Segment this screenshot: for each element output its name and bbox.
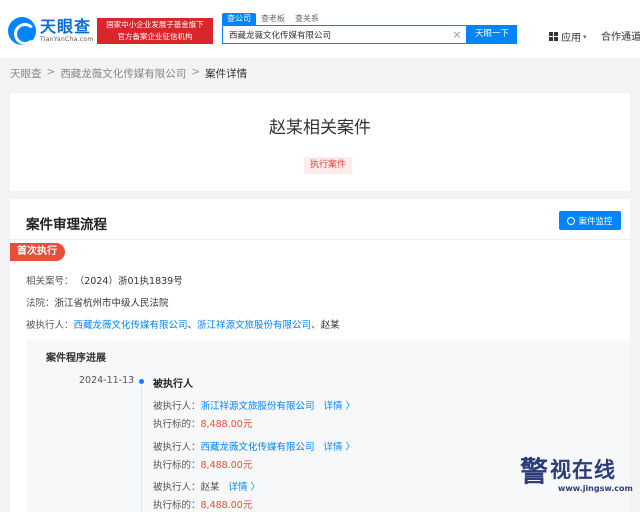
logo-domain: TianYanCha.com xyxy=(40,36,94,43)
chevron-down-icon: ▾ xyxy=(583,32,587,41)
search-type-tabs: 查公司 查老板 查关系 xyxy=(222,13,324,25)
amount-row: 执行标的：8,488.00元 xyxy=(153,500,253,511)
tab-relation[interactable]: 查关系 xyxy=(290,13,324,25)
executee-row: 被执行人：西藏龙薇文化传媒有限公司、浙江祥源文旅股份有限公司、赵某 xyxy=(26,320,340,331)
watermark-logo: 警 视在线 www.jingsw.com xyxy=(520,448,633,500)
progress-heading: 被执行人 xyxy=(153,379,193,390)
breadcrumb-company[interactable]: 西藏龙薇文化传媒有限公司 xyxy=(60,66,186,81)
page-title: 赵某相关案件 xyxy=(269,118,371,138)
list-item: 被执行人：浙江祥源文旅股份有限公司 详情 〉 xyxy=(153,401,356,412)
section-title: 案件审理流程 xyxy=(26,217,107,233)
court-row: 法院：浙江省杭州市中级人民法院 xyxy=(26,295,169,309)
amount-value: 8,488.00元 xyxy=(200,460,253,471)
search-box: × xyxy=(222,25,467,44)
progress-date: 2024-11-13 xyxy=(79,375,135,386)
timeline-line xyxy=(141,386,142,512)
eye-logo-icon xyxy=(8,17,36,45)
amount-value: 8,488.00元 xyxy=(200,500,253,511)
watermark-url: www.jingsw.com xyxy=(558,484,633,493)
breadcrumb-chevron-icon: > xyxy=(191,66,201,78)
detail-link[interactable]: 详情 〉 xyxy=(324,442,356,453)
stage-badge: 首次执行 xyxy=(10,243,65,261)
case-title-card: 赵某相关案件 执行案件 xyxy=(10,93,630,191)
location-pin-icon xyxy=(567,216,576,225)
breadcrumb: 天眼查 > 西藏龙薇文化传媒有限公司 > 案件详情 xyxy=(10,66,247,81)
progress-title: 案件程序进展 xyxy=(46,353,106,364)
top-header: 天眼查 TianYanCha.com 国家中小企业发展子基金旗下 官方备案企业征… xyxy=(0,0,640,58)
search-input[interactable] xyxy=(229,29,451,40)
divider xyxy=(10,239,630,240)
watermark-text: 视在线 xyxy=(550,457,616,482)
breadcrumb-current: 案件详情 xyxy=(205,68,248,80)
executee-link-1[interactable]: 西藏龙薇文化传媒有限公司 xyxy=(74,320,188,331)
court-label: 法院： xyxy=(26,298,55,309)
case-type-badge: 执行案件 xyxy=(304,157,353,174)
executee-name-link[interactable]: 浙江祥源文旅股份有限公司 xyxy=(201,401,315,412)
tab-company[interactable]: 查公司 xyxy=(222,13,256,25)
cooperation-link[interactable]: 合作通道 xyxy=(601,28,640,43)
clear-icon[interactable]: × xyxy=(451,28,463,41)
timeline-dot-icon xyxy=(139,379,144,384)
app-menu[interactable]: 应用 ▾ xyxy=(549,29,587,44)
detail-link[interactable]: 详情 〉 xyxy=(229,482,261,493)
executee-3: 赵某 xyxy=(320,320,340,331)
grid-icon xyxy=(549,32,558,41)
promo-line-1: 国家中小企业发展子基金旗下 xyxy=(106,20,204,29)
court-value: 浙江省杭州市中级人民法院 xyxy=(54,298,169,309)
list-item: 被执行人：西藏龙薇文化传媒有限公司 详情 〉 xyxy=(153,442,356,453)
executee-name: 赵某 xyxy=(200,482,220,493)
breadcrumb-home[interactable]: 天眼查 xyxy=(10,66,42,81)
watermark-seal-icon: 警 xyxy=(520,455,549,488)
list-item: 被执行人：赵某 详情 〉 xyxy=(153,482,261,493)
executee-name-link[interactable]: 西藏龙薇文化传媒有限公司 xyxy=(201,442,315,453)
app-menu-label: 应用 xyxy=(561,33,581,44)
amount-value: 8,488.00元 xyxy=(200,419,253,430)
case-monitor-label: 案件监控 xyxy=(578,216,613,227)
amount-row: 执行标的：8,488.00元 xyxy=(153,419,253,430)
tab-boss[interactable]: 查老板 xyxy=(256,13,290,25)
case-monitor-button[interactable]: 案件监控 xyxy=(559,211,621,230)
search-button[interactable]: 天眼一下 xyxy=(467,25,517,44)
case-number-label: 相关案号： xyxy=(26,276,74,287)
executee-link-2[interactable]: 浙江祥源文旅股份有限公司 xyxy=(197,320,311,331)
executee-label: 被执行人： xyxy=(26,320,74,331)
promo-banner[interactable]: 国家中小企业发展子基金旗下 官方备案企业征信机构 xyxy=(97,18,213,44)
detail-link[interactable]: 详情 〉 xyxy=(324,401,356,412)
logo-name: 天眼查 xyxy=(40,17,92,36)
promo-line-2: 官方备案企业征信机构 xyxy=(117,32,193,41)
breadcrumb-chevron-icon: > xyxy=(46,66,56,78)
case-number-row: 相关案号： （2024）浙01执1839号 xyxy=(26,273,183,287)
amount-row: 执行标的：8,488.00元 xyxy=(153,460,253,471)
case-number-value: （2024）浙01执1839号 xyxy=(79,276,183,287)
site-logo[interactable]: 天眼查 TianYanCha.com xyxy=(8,17,94,45)
